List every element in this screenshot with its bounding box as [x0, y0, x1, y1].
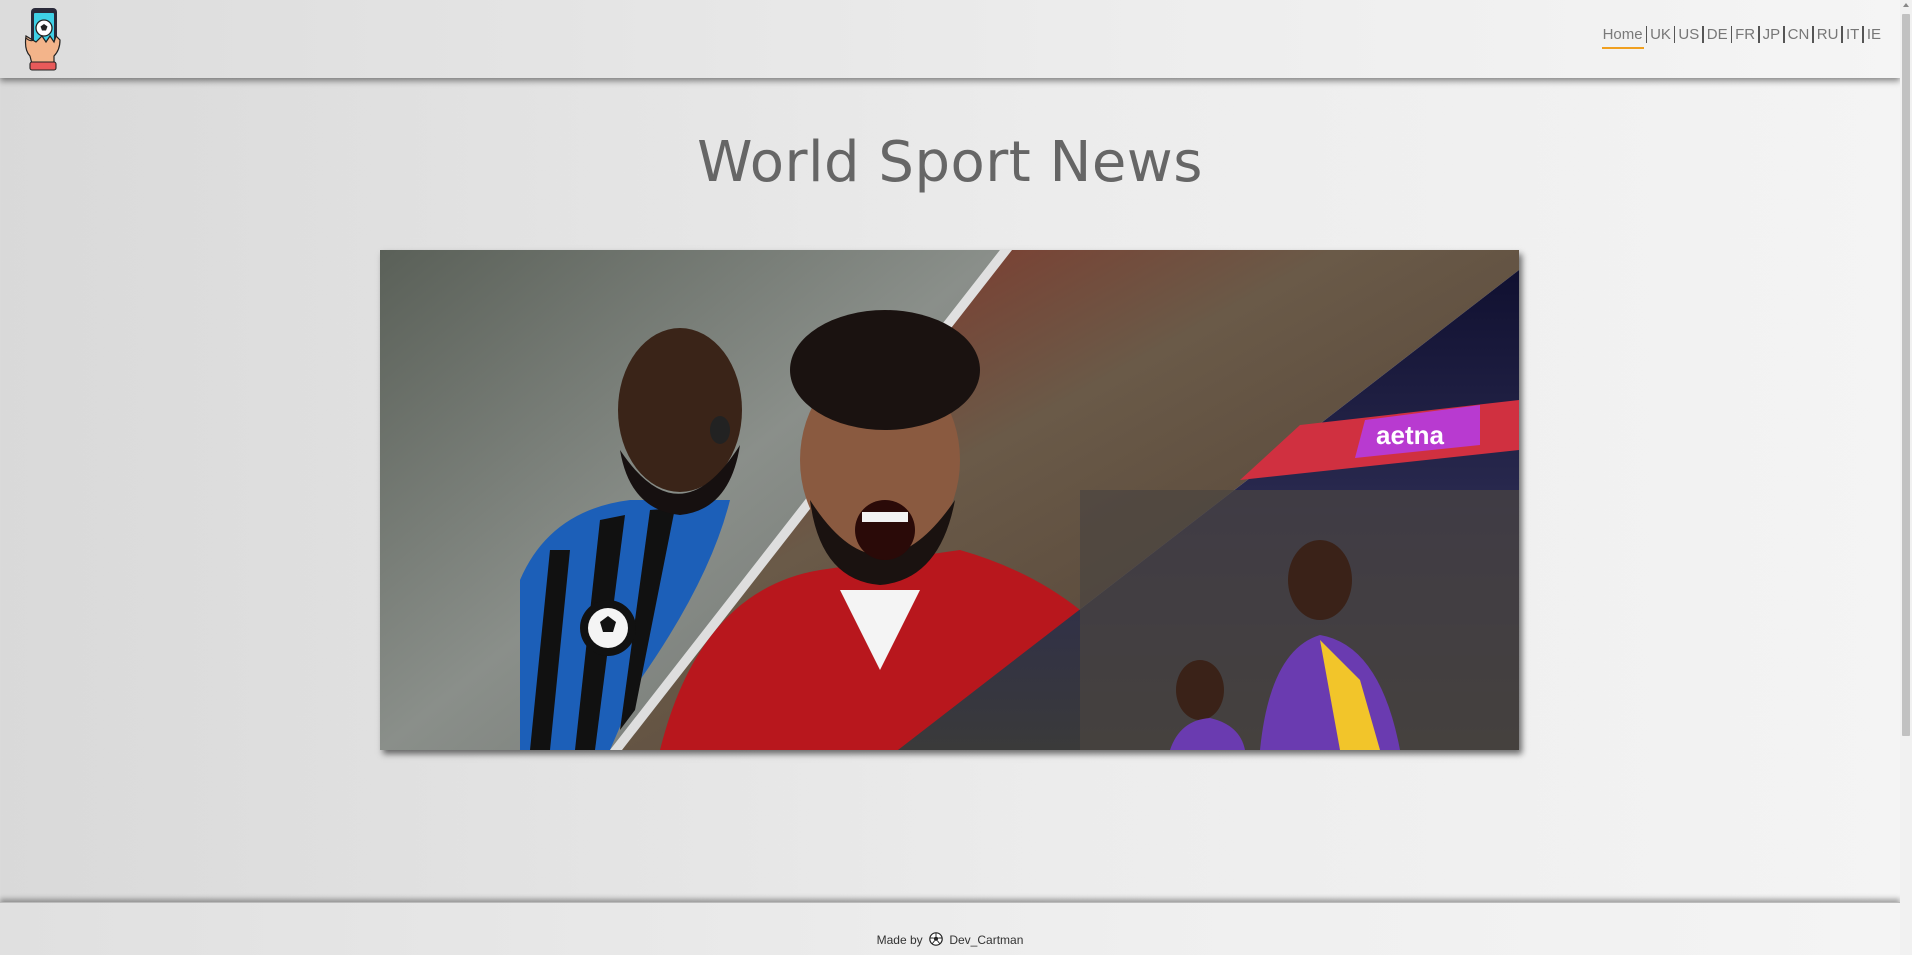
vertical-scrollbar[interactable]: [1900, 0, 1912, 955]
scrollbar-thumb[interactable]: [1902, 14, 1910, 736]
nav-item-jp[interactable]: JP: [1762, 26, 1782, 47]
phone-soccer-ball-icon[interactable]: [24, 6, 66, 72]
nav-item-ie[interactable]: IE: [1866, 26, 1882, 47]
nav-separator: [1862, 26, 1864, 43]
footer-credit: Made by Dev_Cartman: [0, 932, 1900, 947]
made-by-label: Made by: [876, 933, 923, 947]
author-name[interactable]: Dev_Cartman: [949, 933, 1023, 947]
nav-separator: [1730, 26, 1733, 43]
nav-item-us[interactable]: US: [1677, 26, 1700, 47]
scroll-up-arrow-icon[interactable]: [1903, 3, 1909, 7]
hero-image: aetna: [380, 250, 1519, 750]
nav-separator: [1758, 26, 1760, 43]
nav-separator: [1673, 26, 1676, 43]
page-title: World Sport News: [697, 130, 1203, 195]
nav-separator: [1783, 26, 1785, 43]
nav-separator: [1645, 26, 1648, 43]
nav-item-de[interactable]: DE: [1706, 26, 1729, 47]
nav-separator: [1812, 26, 1814, 43]
nav-item-home[interactable]: Home: [1601, 26, 1644, 49]
country-nav: Home UK US DE FR JP CN RU IT IE: [1601, 26, 1882, 49]
nav-separator: [1841, 26, 1843, 43]
nav-item-fr[interactable]: FR: [1734, 26, 1756, 47]
nav-item-ru[interactable]: RU: [1816, 26, 1840, 47]
nav-separator: [1702, 26, 1704, 43]
nav-item-uk[interactable]: UK: [1649, 26, 1672, 47]
arena-banner-text: aetna: [1376, 420, 1444, 450]
site-header: Home UK US DE FR JP CN RU IT IE: [0, 0, 1900, 78]
nav-item-cn[interactable]: CN: [1787, 26, 1811, 47]
site-footer: Made by Dev_Cartman: [0, 902, 1900, 955]
nav-item-it[interactable]: IT: [1845, 26, 1860, 47]
soccer-ball-icon: [929, 932, 943, 947]
